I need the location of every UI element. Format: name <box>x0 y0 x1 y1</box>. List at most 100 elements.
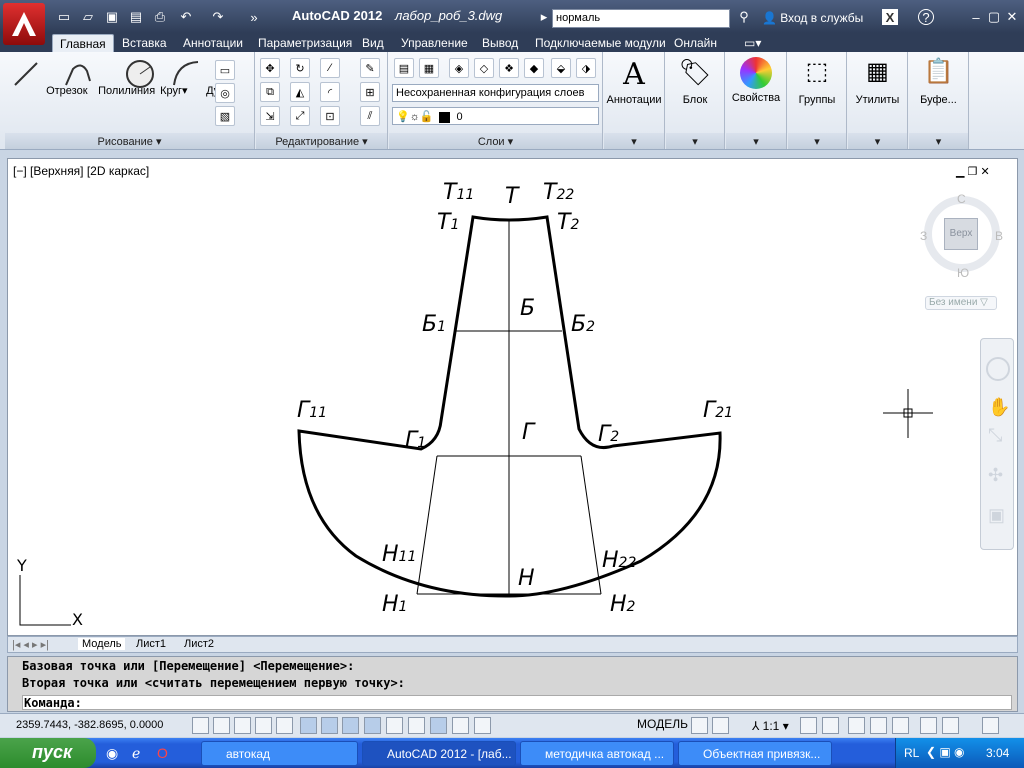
annotation-tool[interactable]: A Аннотации <box>604 57 664 106</box>
task-word-manual[interactable]: методичка автокад ... <box>520 741 674 766</box>
quicklaunch-ie-icon[interactable]: ℯ <box>132 745 140 762</box>
layer-properties-icon[interactable]: ▤ <box>394 58 414 78</box>
layout-nav-arrows-icon[interactable]: |◂ ◂ ▸ ▸| <box>12 638 49 651</box>
new-file-icon[interactable]: ▭ <box>56 9 72 25</box>
tab-insert[interactable]: Вставка <box>122 34 167 52</box>
clipboard-tool[interactable]: 📋 Буфе... <box>909 57 968 106</box>
groups-tool[interactable]: ⬚ Группы <box>788 57 846 106</box>
utilities-expand-icon[interactable]: ▾ <box>848 133 907 149</box>
tab-manage[interactable]: Управление <box>401 34 468 52</box>
erase-icon[interactable]: ✎ <box>360 58 380 78</box>
viewcube-east[interactable]: В <box>995 229 1003 243</box>
viewcube-north[interactable]: С <box>957 192 966 206</box>
layers-panel-title[interactable]: Слои ▾ <box>389 133 602 149</box>
layer-off-icon[interactable]: ◈ <box>449 58 469 78</box>
viewcube-south[interactable]: Ю <box>957 266 969 280</box>
exchange-icon[interactable]: X <box>882 9 898 25</box>
line-tool[interactable]: Отрезок <box>9 57 88 97</box>
login-button[interactable]: 👤 Вход в службы <box>762 11 863 25</box>
model-space-button[interactable]: МОДЕЛЬ <box>637 717 688 731</box>
tab-sheet1[interactable]: Лист1 <box>136 638 166 650</box>
circle-tool[interactable]: Круг▾ <box>123 57 188 97</box>
quick-view-layouts-icon[interactable] <box>691 717 708 734</box>
block-panel[interactable]: 🏷 Блок ▾ <box>666 52 725 149</box>
clipboard-expand-icon[interactable]: ▾ <box>909 133 968 149</box>
start-button[interactable]: пуск <box>0 738 96 768</box>
maximize-icon[interactable]: ▢ <box>986 9 1002 25</box>
polyline-tool[interactable]: Полилиния <box>61 57 155 97</box>
toolbar-lock-icon[interactable] <box>870 717 887 734</box>
properties-tool[interactable]: Свойства <box>726 57 786 104</box>
groups-expand-icon[interactable]: ▾ <box>788 133 846 149</box>
mirror-icon[interactable]: ◭ <box>290 82 310 102</box>
trim-icon[interactable]: ⁄ <box>320 58 340 78</box>
properties-expand-icon[interactable]: ▾ <box>726 133 786 149</box>
save-as-icon[interactable]: ▤ <box>128 9 144 25</box>
zoom-extents-icon[interactable]: ⤡ <box>988 425 1002 446</box>
layer-state-select[interactable]: Несохраненная конфигурация слоев <box>392 84 599 102</box>
transparency-icon[interactable] <box>430 717 447 734</box>
dynamic-input-icon[interactable] <box>386 717 403 734</box>
viewcube[interactable]: Верх С Ю З В <box>920 192 1004 280</box>
stretch-icon[interactable]: ⇲ <box>260 106 280 126</box>
layer-lock-icon[interactable]: ◆ <box>524 58 544 78</box>
steering-wheel-icon[interactable] <box>986 357 1010 381</box>
ribbon-options-icon[interactable]: ▭▾ <box>744 34 761 52</box>
application-menu-button[interactable] <box>3 3 45 45</box>
pan-icon[interactable]: ✋ <box>988 397 1010 418</box>
annotation-expand-icon[interactable]: ▾ <box>604 133 664 149</box>
tab-parametric[interactable]: Параметризация <box>258 34 352 52</box>
quick-view-drawings-icon[interactable] <box>712 717 729 734</box>
quicklaunch-opera-icon[interactable]: O <box>157 745 168 761</box>
block-expand-icon[interactable]: ▾ <box>666 133 724 149</box>
polar-icon[interactable] <box>276 717 293 734</box>
redo-icon[interactable]: ↷ <box>210 9 226 25</box>
task-firefox-osnap[interactable]: Объектная привязк... <box>678 741 832 766</box>
clipboard-panel[interactable]: 📋 Буфе... ▾ <box>909 52 969 149</box>
3d-osnap-icon[interactable] <box>321 717 338 734</box>
more-tools-icon[interactable]: » <box>246 9 262 25</box>
block-tool[interactable]: 🏷 Блок <box>666 57 724 106</box>
showmotion-icon[interactable]: ▣ <box>988 505 1005 526</box>
copy-icon[interactable]: ⧉ <box>260 82 280 102</box>
hatch-icon[interactable]: ▧ <box>215 106 235 126</box>
layer-isolate-icon[interactable]: ◇ <box>474 58 494 78</box>
open-file-icon[interactable]: ▱ <box>80 9 96 25</box>
command-input[interactable]: Команда: <box>22 695 1012 710</box>
annotation-scale-button[interactable]: ⅄ 1:1 ▾ <box>752 719 789 733</box>
annotation-panel[interactable]: A Аннотации ▾ <box>604 52 665 149</box>
drawing-viewport[interactable]: [−] [Верхняя] [2D каркас] ▁ ❐ ✕ Т11 Т Т2… <box>7 158 1018 636</box>
tab-model[interactable]: Модель <box>78 638 126 650</box>
rectangle-icon[interactable]: ▭ <box>215 60 235 80</box>
help-icon[interactable]: ? <box>918 9 934 25</box>
coordinates-readout[interactable]: 2359.7443, -382.8695, 0.0000 <box>16 719 163 731</box>
tab-online[interactable]: Онлайн <box>674 34 717 52</box>
clean-screen-icon[interactable] <box>982 717 999 734</box>
arc-tool[interactable]: Дуга▾ <box>169 57 235 97</box>
tab-home[interactable]: Главная <box>52 34 114 52</box>
auto-scale-icon[interactable] <box>822 717 839 734</box>
layer-match-icon[interactable]: ⬙ <box>551 58 571 78</box>
scale-icon[interactable]: ⤢ <box>290 106 310 126</box>
ucs-menu-button[interactable]: Без имени ▽ <box>925 296 997 310</box>
save-icon[interactable]: ▣ <box>104 9 120 25</box>
offset-icon[interactable]: ⫽ <box>360 106 380 126</box>
snap-icon[interactable] <box>213 717 230 734</box>
annotation-visibility-icon[interactable] <box>800 717 817 734</box>
minimize-icon[interactable]: – <box>968 9 984 25</box>
osnap-icon[interactable] <box>300 717 317 734</box>
infer-constraints-icon[interactable] <box>192 717 209 734</box>
close-icon[interactable]: ✕ <box>1004 9 1020 25</box>
status-bar-menu-icon[interactable] <box>942 717 959 734</box>
rotate-icon[interactable]: ↻ <box>290 58 310 78</box>
layer-previous-icon[interactable]: ⬗ <box>576 58 596 78</box>
tab-plugins[interactable]: Подключаемые модули <box>535 34 666 52</box>
drawing-canvas[interactable]: Т11 Т Т22 Т1 Т2 Б Б1 Б2 Г11 Г21 Г Г1 Г2 … <box>8 159 1019 637</box>
binoculars-icon[interactable]: ⚲ <box>736 9 752 25</box>
current-layer-select[interactable]: 💡☼🔓 0 <box>392 107 599 125</box>
dynamic-ucs-icon[interactable] <box>364 717 381 734</box>
quicklaunch-firefox-icon[interactable]: ◉ <box>106 745 118 762</box>
task-autocad[interactable]: AutoCAD 2012 - [лаб... <box>362 741 516 766</box>
undo-icon[interactable]: ↶ <box>178 9 194 25</box>
move-icon[interactable]: ✥ <box>260 58 280 78</box>
